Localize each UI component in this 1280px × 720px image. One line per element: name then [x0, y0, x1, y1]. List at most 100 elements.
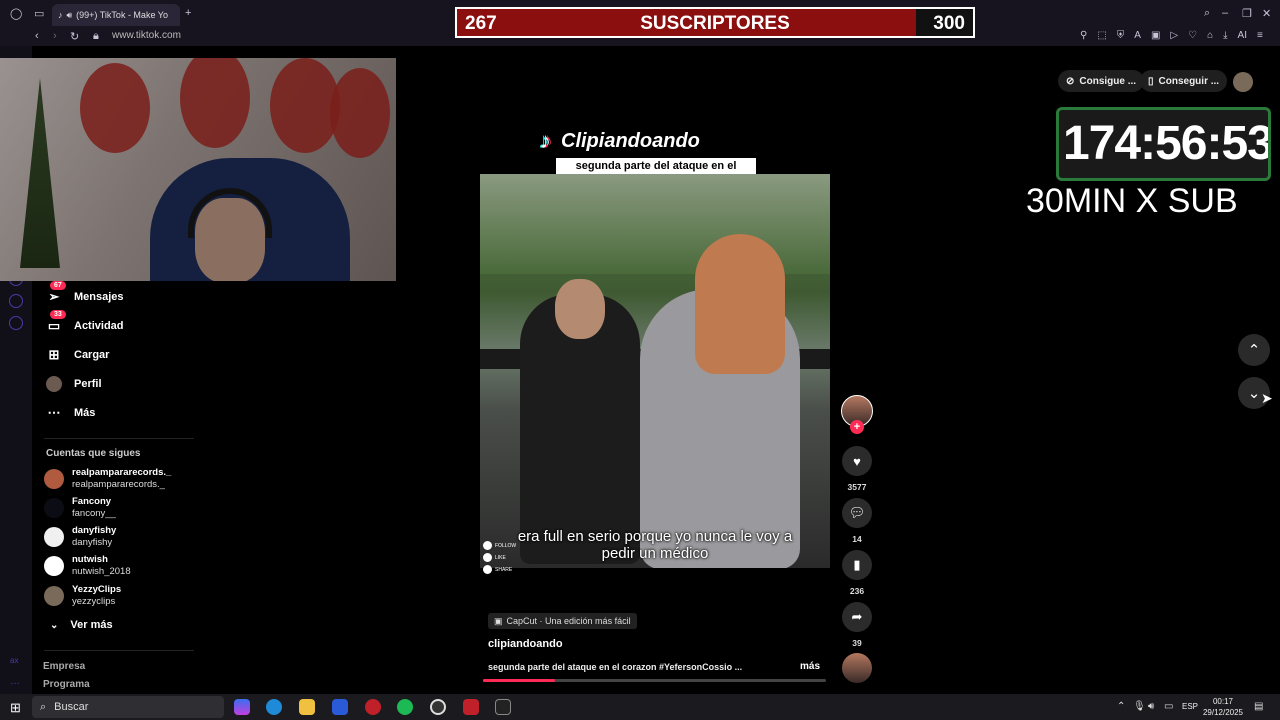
previous-video-button[interactable]: ⌃ — [1238, 334, 1270, 366]
comment-button[interactable]: 💬︎ — [842, 498, 872, 528]
subathon-timer-box: 174:56:53 — [1056, 107, 1271, 181]
coin-icon: ⊘ — [1066, 75, 1075, 87]
capcut-label[interactable]: ▣ CapCut · Una edición más fácil — [488, 613, 637, 629]
speaker-icon[interactable]: 🔊︎ — [67, 10, 73, 21]
avatar — [44, 527, 64, 547]
see-more-button[interactable]: ⌄ Ver más — [50, 619, 113, 631]
video-progress-fill — [483, 679, 556, 682]
video-player[interactable] — [480, 174, 830, 568]
save-button[interactable]: ▮ — [842, 550, 872, 580]
comment-count: 14 — [852, 534, 862, 544]
volume-icon[interactable]: 🔊︎ — [1148, 701, 1154, 712]
sidebar-item-mas[interactable]: ⋯ Más — [46, 405, 96, 421]
taskbar-search[interactable]: ⌕ Buscar — [32, 696, 224, 718]
spotify-icon[interactable] — [397, 699, 413, 715]
more-icon[interactable]: … — [10, 676, 20, 687]
network-icon[interactable]: ▭ — [1164, 701, 1173, 712]
like-count: 3577 — [847, 482, 867, 492]
forward-icon[interactable]: › — [53, 30, 57, 42]
opera-logo-icon[interactable]: ◯ — [10, 7, 22, 20]
obs-icon[interactable] — [430, 699, 446, 715]
mic-icon[interactable]: 🎙︎ — [1133, 701, 1146, 712]
more-button[interactable]: más — [800, 661, 820, 672]
messages-badge: 67 — [50, 281, 66, 290]
menu-icon[interactable]: ≡ — [1257, 30, 1263, 41]
heart-icon[interactable]: ♡ — [1188, 30, 1197, 41]
following-name: danyfishy — [72, 525, 117, 536]
download-icon[interactable]: ⤓ — [1223, 30, 1227, 41]
snapshot-icon[interactable]: ⬚ — [1097, 30, 1106, 41]
mini-label: FOLLOW — [495, 542, 517, 549]
music-disc[interactable] — [842, 653, 872, 683]
tab-menu-icon[interactable]: ▭ — [34, 7, 44, 20]
following-name: Fancony — [72, 496, 112, 507]
opera-icon[interactable] — [365, 699, 381, 715]
chevron-up-icon: ⌃ — [1247, 342, 1261, 359]
share-button[interactable]: ➦ — [842, 602, 872, 632]
activity-badge: 33 — [50, 310, 66, 319]
file-explorer-icon[interactable] — [299, 699, 315, 715]
copilot-icon[interactable] — [234, 699, 250, 715]
translate-icon[interactable]: A — [1134, 30, 1141, 41]
sidebar-item-label: Actividad — [74, 320, 124, 332]
chevron-down-icon: ⌄ — [1247, 385, 1261, 402]
clock[interactable]: 00:17 29/12/2025 — [1200, 696, 1246, 718]
tray-chevron-icon[interactable]: ⌃ — [1117, 701, 1125, 712]
avatar[interactable] — [1233, 72, 1253, 92]
restore-icon[interactable]: ❐ — [1242, 7, 1252, 20]
video-progress-bar[interactable] — [483, 679, 826, 682]
new-tab-icon[interactable]: + — [185, 7, 191, 19]
sidebar-item-perfil[interactable]: Perfil — [46, 376, 102, 392]
language-indicator[interactable]: ESP — [1182, 702, 1198, 711]
windows-start-icon[interactable]: ⊞ — [10, 700, 21, 716]
following-item[interactable]: danyfishy danyfishy — [44, 525, 116, 549]
pin-icon[interactable]: ⚲ — [1080, 30, 1087, 41]
app-icon[interactable] — [463, 699, 479, 715]
footer-link-empresa[interactable]: Empresa — [43, 661, 85, 672]
mini-icon — [483, 553, 492, 562]
ai-icon[interactable]: AI — [1238, 30, 1247, 41]
follow-plus-icon[interactable]: + — [850, 420, 864, 434]
play-icon[interactable]: ▷ — [1170, 30, 1178, 41]
sidebar-item-actividad[interactable]: ▭ 33 Actividad — [46, 310, 124, 334]
shield-icon[interactable]: ⛨ — [1117, 30, 1125, 41]
divider — [44, 650, 194, 651]
video-author[interactable]: clipiandoando — [488, 638, 563, 650]
get-coins-button[interactable]: ⊘ Consigue ... — [1058, 70, 1145, 92]
tab-tiktok[interactable]: ♪ 🔊︎ (99+) TikTok - Make Yo — [52, 4, 180, 26]
get-app-button[interactable]: ▯ Conseguir ... — [1140, 70, 1228, 92]
capcut-icon: ▣ — [494, 615, 503, 626]
url-field[interactable]: www.tiktok.com — [112, 30, 181, 41]
epic-games-icon[interactable] — [495, 699, 511, 715]
christmas-tree — [20, 78, 60, 268]
footer-link-programa[interactable]: Programa — [43, 679, 90, 690]
video-subtitle: era full en serio porque yo nunca le voy… — [517, 528, 793, 562]
back-icon[interactable]: ‹ — [35, 30, 39, 42]
search-tabs-icon[interactable]: ⌕ — [1204, 7, 1210, 20]
opera-sidebar-icon[interactable]: ax — [10, 656, 18, 665]
flow-icon[interactable]: ⌂ — [1207, 30, 1213, 41]
mini-follow: FOLLOW — [483, 541, 516, 550]
settings-icon[interactable] — [9, 316, 23, 330]
following-handle: fancony__ — [72, 508, 116, 519]
opera-sidebar-icon[interactable] — [9, 294, 23, 308]
notification-icon[interactable]: ▤ — [1254, 701, 1263, 712]
paper-plane-icon: ➢ 67 — [46, 281, 66, 305]
store-icon[interactable] — [332, 699, 348, 715]
divider — [44, 438, 194, 439]
close-window-icon[interactable]: ✕ — [1262, 7, 1271, 20]
following-name: realpampararecords._ — [72, 467, 172, 478]
minimize-icon[interactable]: – — [1222, 7, 1228, 19]
following-item[interactable]: YezzyClips yezzyclips — [44, 584, 121, 608]
following-item[interactable]: realpampararecords._ realpampararecords._ — [44, 467, 171, 491]
sidebar-item-mensajes[interactable]: ➢ 67 Mensajes — [46, 281, 124, 305]
wallet-icon[interactable]: ▣ — [1151, 30, 1160, 41]
sidebar-item-cargar[interactable]: ⊞ Cargar — [46, 347, 110, 363]
subscriber-label: SUSCRIPTORES — [640, 13, 790, 34]
edge-icon[interactable] — [266, 699, 282, 715]
reload-icon[interactable]: ↻ — [70, 30, 79, 43]
following-item[interactable]: Fancony fancony__ — [44, 496, 116, 520]
following-item[interactable]: nutwish nutwish_2018 — [44, 554, 131, 578]
following-handle: nutwish_2018 — [72, 566, 131, 577]
like-button[interactable]: ♥ — [842, 446, 872, 476]
